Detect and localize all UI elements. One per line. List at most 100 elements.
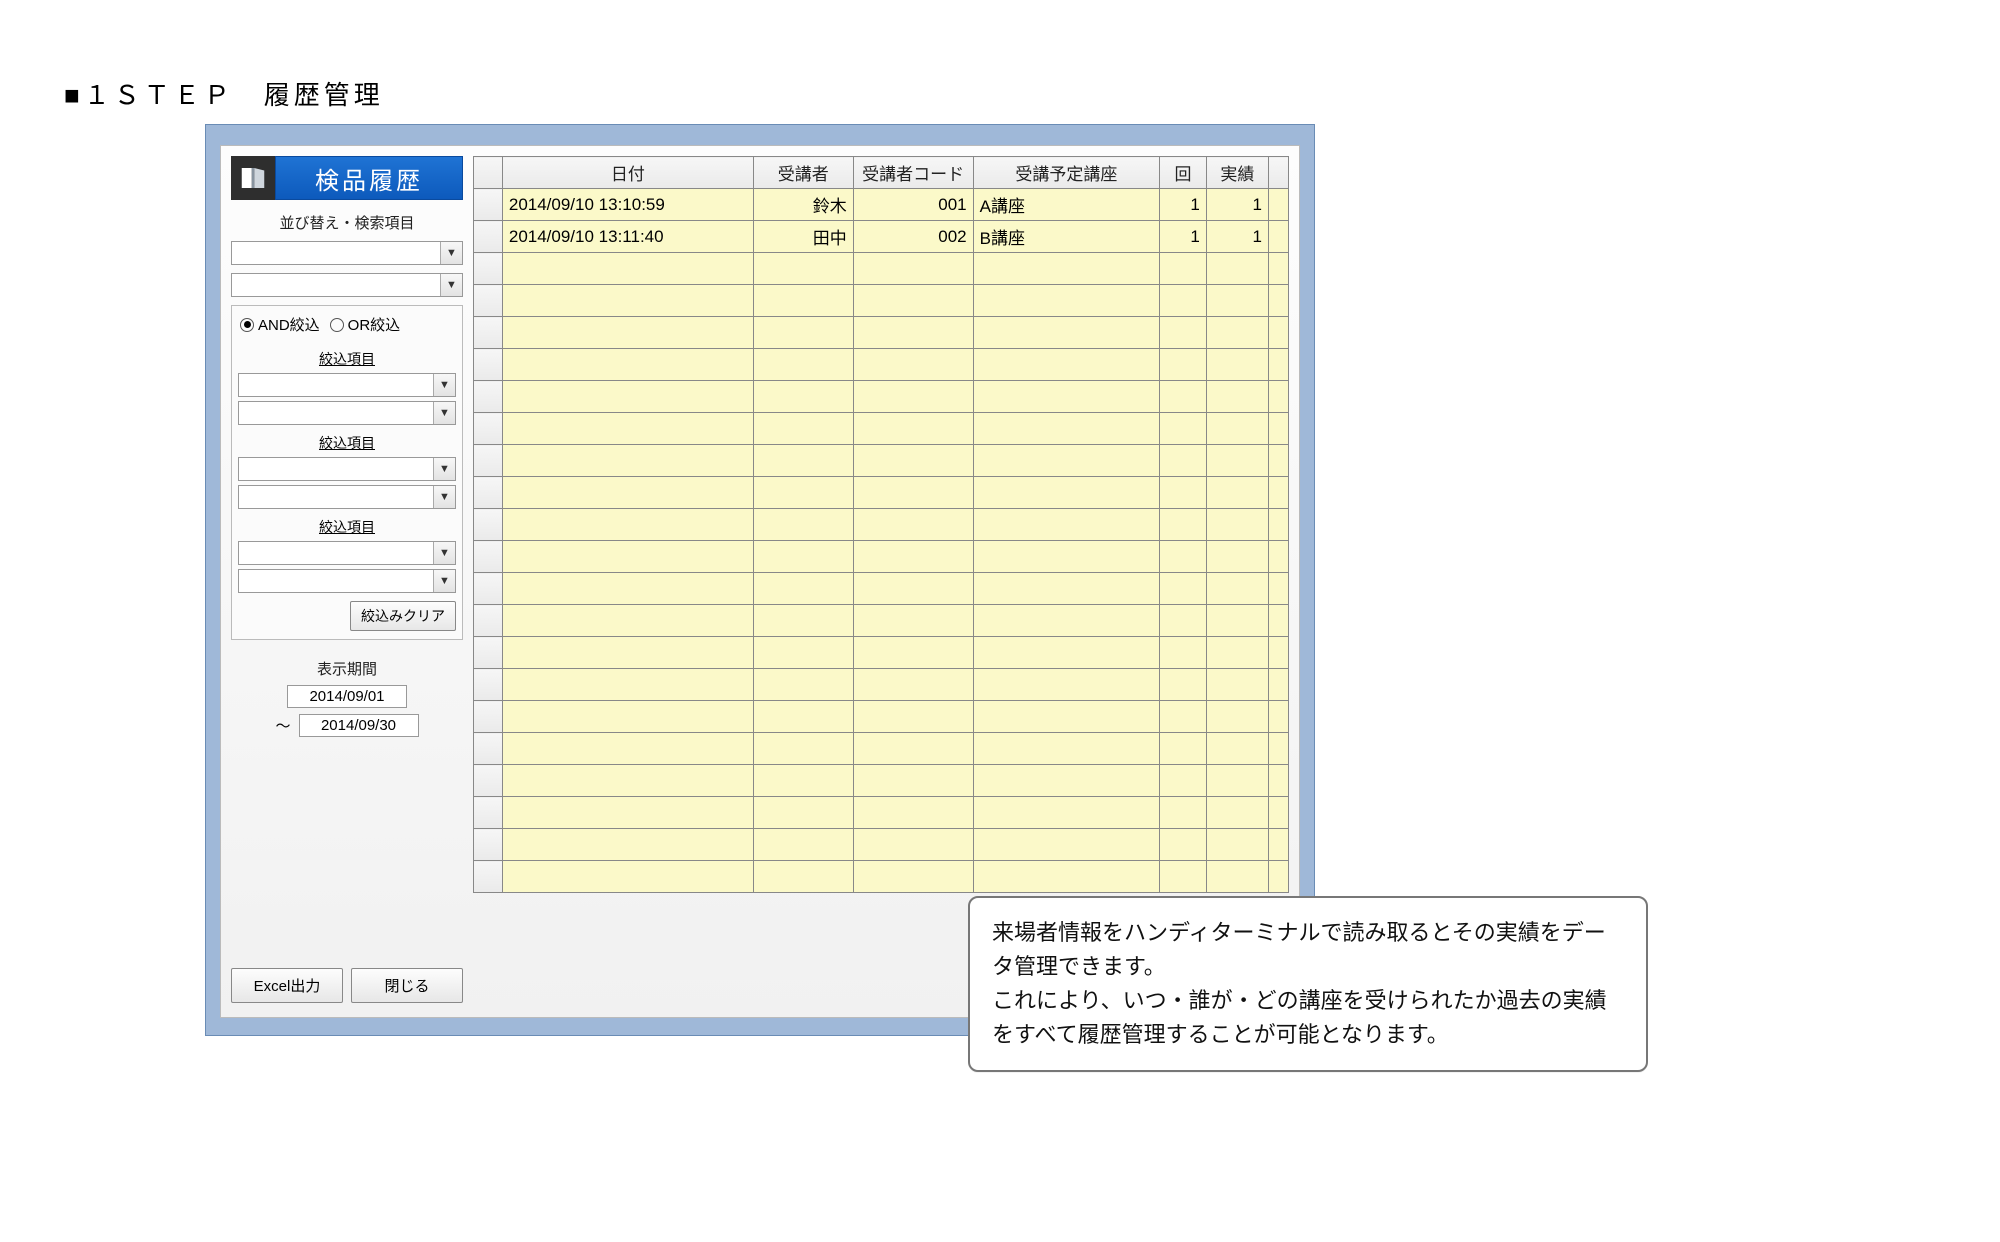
scroll-gutter[interactable] — [1268, 285, 1288, 317]
scroll-gutter[interactable] — [1268, 701, 1288, 733]
radio-on-icon — [240, 318, 254, 332]
chevron-down-icon: ▼ — [433, 402, 455, 424]
date-from-field[interactable]: 2014/09/01 — [287, 685, 407, 708]
info-line-2: これにより、いつ・誰が・どの講座を受けられたか過去の実績をすべて履歴管理すること… — [992, 984, 1624, 1052]
row-selector[interactable] — [474, 221, 503, 253]
scroll-gutter[interactable] — [1268, 829, 1288, 861]
sort-select-2[interactable]: ▼ — [231, 273, 463, 297]
filter-box: AND絞込 OR絞込 絞込項目 ▼ ▼ 絞込項目 ▼ ▼ 絞込項目 ▼ ▼ — [231, 305, 463, 640]
row-selector[interactable] — [474, 829, 503, 861]
scroll-gutter[interactable] — [1268, 317, 1288, 349]
scroll-gutter[interactable] — [1268, 733, 1288, 765]
scroll-gutter[interactable] — [1268, 445, 1288, 477]
date-to-field[interactable]: 2014/09/30 — [299, 714, 419, 737]
scroll-gutter[interactable] — [1268, 797, 1288, 829]
table-row-empty — [474, 701, 1289, 733]
table-row[interactable]: 2014/09/10 13:11:40田中002B講座11 — [474, 221, 1289, 253]
table-row-empty — [474, 765, 1289, 797]
table-row-empty — [474, 317, 1289, 349]
period-separator: ～ — [275, 715, 290, 736]
row-selector[interactable] — [474, 733, 503, 765]
sort-select-1[interactable]: ▼ — [231, 241, 463, 265]
row-selector[interactable] — [474, 605, 503, 637]
row-selector[interactable] — [474, 573, 503, 605]
row-selector[interactable] — [474, 541, 503, 573]
sort-section-label: 並び替え・検索項目 — [231, 212, 463, 233]
scroll-gutter[interactable] — [1268, 221, 1288, 253]
row-selector[interactable] — [474, 477, 503, 509]
table-row-empty — [474, 285, 1289, 317]
row-selector[interactable] — [474, 413, 503, 445]
filter-3-select-a[interactable]: ▼ — [238, 541, 456, 565]
row-selector[interactable] — [474, 317, 503, 349]
row-selector[interactable] — [474, 765, 503, 797]
cell-result: 1 — [1206, 189, 1268, 221]
inner-frame: 検品履歴 並び替え・検索項目 ▼ ▼ AND絞込 OR絞込 絞込項目 ▼ — [220, 145, 1300, 1018]
table-row-empty — [474, 445, 1289, 477]
table-row[interactable]: 2014/09/10 13:10:59鈴木001A講座11 — [474, 189, 1289, 221]
cell-count: 1 — [1160, 189, 1207, 221]
radio-or[interactable]: OR絞込 — [330, 314, 401, 335]
filter-1-select-a[interactable]: ▼ — [238, 373, 456, 397]
filter-2-select-b[interactable]: ▼ — [238, 485, 456, 509]
header-date[interactable]: 日付 — [502, 157, 753, 189]
header-count[interactable]: 回 — [1160, 157, 1207, 189]
table-row-empty — [474, 797, 1289, 829]
close-button[interactable]: 閉じる — [351, 968, 463, 1003]
table-row-empty — [474, 829, 1289, 861]
scroll-gutter[interactable] — [1268, 381, 1288, 413]
scroll-gutter[interactable] — [1268, 189, 1288, 221]
row-selector[interactable] — [474, 381, 503, 413]
table-row-empty — [474, 573, 1289, 605]
scroll-gutter[interactable] — [1268, 413, 1288, 445]
row-selector[interactable] — [474, 509, 503, 541]
filter-group-2-label: 絞込項目 — [238, 433, 456, 453]
chevron-down-icon: ▼ — [433, 486, 455, 508]
scroll-gutter[interactable] — [1268, 861, 1288, 893]
scroll-gutter[interactable] — [1268, 477, 1288, 509]
chevron-down-icon: ▼ — [433, 570, 455, 592]
scroll-gutter[interactable] — [1268, 637, 1288, 669]
row-selector[interactable] — [474, 669, 503, 701]
row-selector[interactable] — [474, 797, 503, 829]
row-selector[interactable] — [474, 253, 503, 285]
table-row-empty — [474, 605, 1289, 637]
row-selector[interactable] — [474, 189, 503, 221]
scroll-gutter[interactable] — [1268, 349, 1288, 381]
radio-or-label: OR絞込 — [348, 314, 401, 335]
filter-group-3-label: 絞込項目 — [238, 517, 456, 537]
scroll-gutter[interactable] — [1268, 541, 1288, 573]
chevron-down-icon: ▼ — [433, 374, 455, 396]
header-code[interactable]: 受講者コード — [853, 157, 973, 189]
chevron-down-icon: ▼ — [440, 274, 462, 296]
row-selector[interactable] — [474, 701, 503, 733]
chevron-down-icon: ▼ — [440, 242, 462, 264]
header-course[interactable]: 受講予定講座 — [973, 157, 1160, 189]
scroll-gutter[interactable] — [1268, 573, 1288, 605]
scroll-gutter[interactable] — [1268, 765, 1288, 797]
filter-2-select-a[interactable]: ▼ — [238, 457, 456, 481]
filter-3-select-b[interactable]: ▼ — [238, 569, 456, 593]
table-row-empty — [474, 541, 1289, 573]
row-selector[interactable] — [474, 861, 503, 893]
row-selector[interactable] — [474, 445, 503, 477]
filter-1-select-b[interactable]: ▼ — [238, 401, 456, 425]
header-student[interactable]: 受講者 — [753, 157, 853, 189]
excel-export-button[interactable]: Excel出力 — [231, 968, 343, 1003]
filter-clear-button[interactable]: 絞込みクリア — [350, 601, 456, 631]
info-line-1: 来場者情報をハンディターミナルで読み取るとその実績をデータ管理できます。 — [992, 916, 1624, 984]
row-selector[interactable] — [474, 349, 503, 381]
cell-course: A講座 — [973, 189, 1160, 221]
cell-code: 002 — [853, 221, 973, 253]
row-selector[interactable] — [474, 285, 503, 317]
header-result[interactable]: 実績 — [1206, 157, 1268, 189]
scroll-gutter[interactable] — [1268, 253, 1288, 285]
scroll-gutter[interactable] — [1268, 509, 1288, 541]
scroll-gutter[interactable] — [1268, 669, 1288, 701]
app-title: 検品履歴 — [275, 156, 463, 200]
filter-mode-radios: AND絞込 OR絞込 — [238, 312, 456, 341]
row-selector[interactable] — [474, 637, 503, 669]
radio-and[interactable]: AND絞込 — [240, 314, 320, 335]
cell-result: 1 — [1206, 221, 1268, 253]
scroll-gutter[interactable] — [1268, 605, 1288, 637]
